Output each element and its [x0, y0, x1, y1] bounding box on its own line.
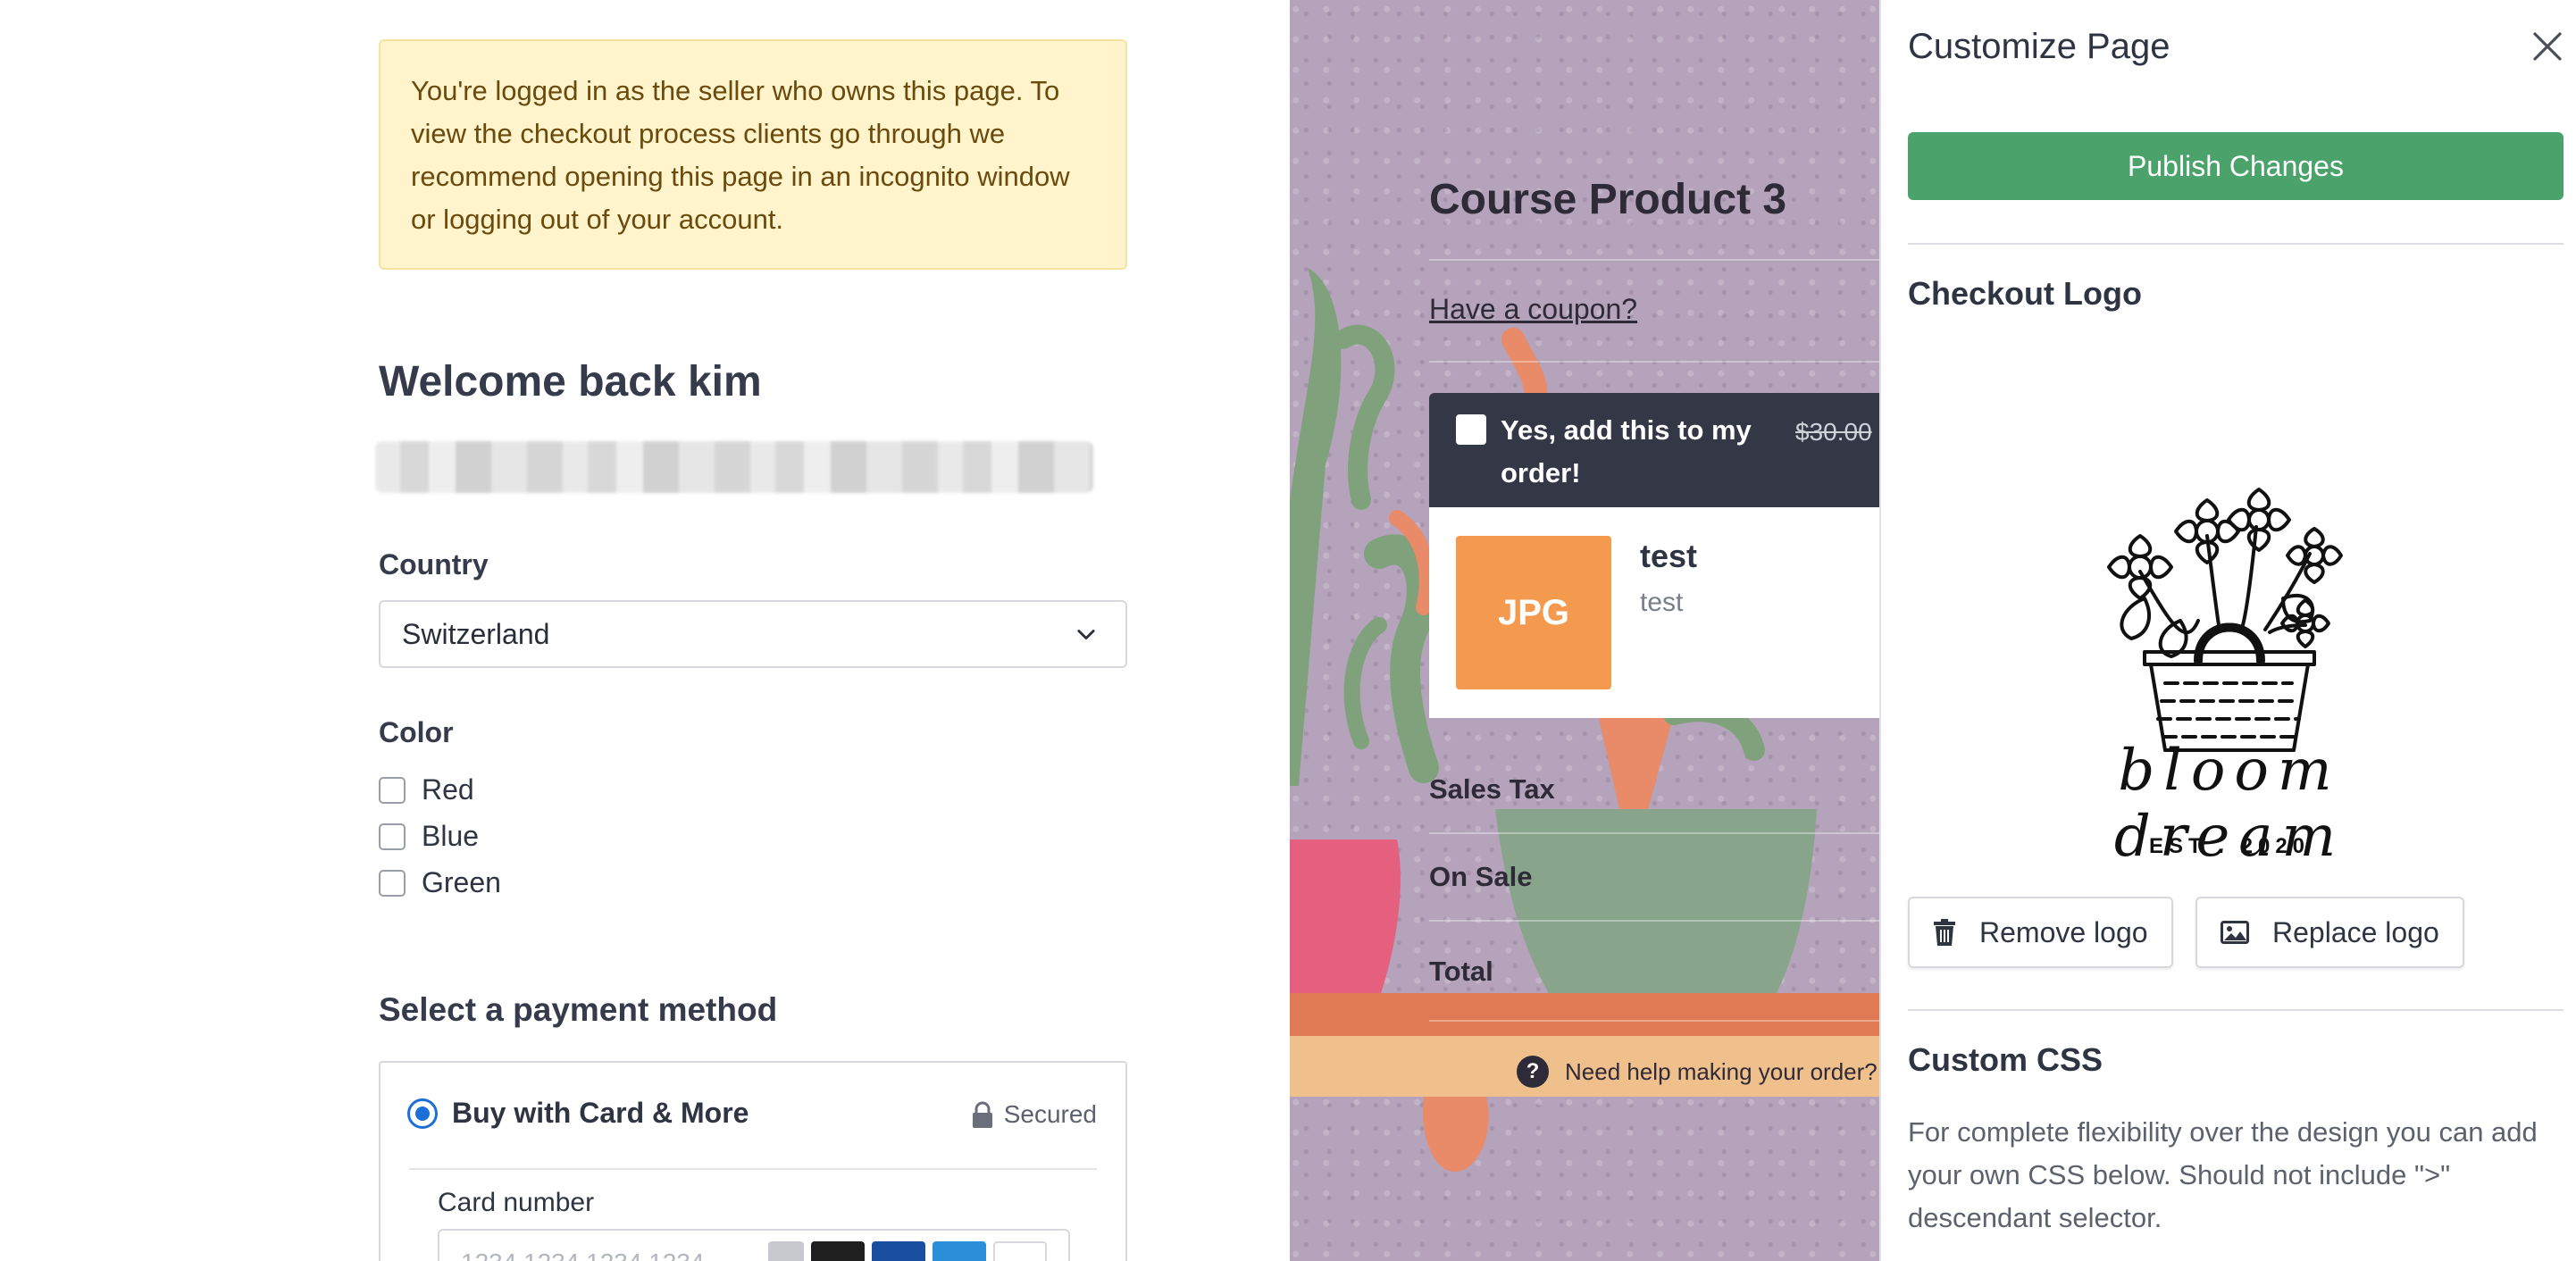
card-payment-label[interactable]: Buy with Card & More [452, 1097, 749, 1130]
color-option-label: Red [422, 773, 474, 806]
upsell-checkbox-label[interactable]: Yes, add this to my order! [1501, 409, 1769, 495]
summary-divider [1429, 832, 1879, 834]
generic-card-icon [768, 1241, 804, 1261]
trash-icon [1934, 919, 1955, 946]
upsell-item: JPG test test [1429, 507, 1879, 718]
card-number-label: Card number [438, 1188, 595, 1217]
upsell-original-price: $30.00 [1795, 418, 1872, 446]
seller-notice: You're logged in as the seller who owns … [379, 39, 1127, 270]
amex-icon [933, 1241, 986, 1261]
upsell-item-name: test [1640, 538, 1698, 574]
more-cards-icon [993, 1241, 1047, 1261]
custom-css-description: For complete flexibility over the design… [1908, 1116, 2538, 1233]
upsell-header: Yes, add this to my order! $30.00 [1429, 393, 1879, 507]
color-option-blue[interactable]: Blue [379, 820, 479, 853]
color-blue-checkbox[interactable] [379, 823, 406, 850]
upsell-thumbnail: JPG [1456, 536, 1611, 689]
replace-logo-button[interactable]: Replace logo [2195, 897, 2464, 968]
visa-icon [872, 1241, 925, 1261]
secured-label: Secured [1003, 1100, 1097, 1128]
checkout-form-column: You're logged in as the seller who owns … [0, 0, 1290, 1261]
checkout-logo-title: Checkout Logo [1908, 275, 2142, 312]
question-icon: ? [1517, 1056, 1549, 1088]
help-text: Need help making your order? g [1565, 1057, 1879, 1085]
summary-divider [1429, 1020, 1879, 1022]
panel-divider [1908, 1009, 2563, 1011]
color-option-red[interactable]: Red [379, 773, 474, 806]
payment-divider [409, 1168, 1097, 1170]
remove-logo-label: Remove logo [1979, 915, 2148, 948]
upsell-item-description: test [1640, 588, 1684, 617]
panel-divider [1908, 243, 2563, 245]
customize-panel: Customize Page Publish Changes Checkout … [1879, 0, 2576, 1261]
publish-changes-button[interactable]: Publish Changes [1908, 132, 2563, 200]
summary-divider [1429, 920, 1879, 922]
color-green-checkbox[interactable] [379, 869, 406, 897]
summary-divider [1429, 259, 1879, 261]
custom-css-title: Custom CSS [1908, 1041, 2103, 1078]
help-link[interactable]: ? Need help making your order? g [1517, 1056, 1879, 1088]
country-select[interactable]: Switzerland [379, 600, 1127, 668]
flower-basket-logo [2107, 488, 2343, 752]
mastercard-icon [811, 1241, 865, 1261]
checkout-logo-image: bloom dream EST . 2020 [1997, 473, 2462, 870]
welcome-heading: Welcome back kim [379, 358, 762, 405]
country-label: Country [379, 548, 489, 580]
order-summary-column: Course Product 3 Have a coupon? Yes, add… [1290, 0, 1879, 1261]
card-number-placeholder: 1234 1234 1234 1234 [461, 1248, 705, 1261]
card-brand-icons [768, 1241, 1047, 1261]
panel-title: Customize Page [1908, 27, 2170, 66]
color-red-checkbox[interactable] [379, 776, 406, 804]
payment-method-card: Buy with Card & More Secured Card number… [379, 1061, 1127, 1261]
remove-logo-button[interactable]: Remove logo [1908, 897, 2173, 968]
coupon-link[interactable]: Have a coupon? [1429, 293, 1637, 326]
color-option-label: Blue [422, 820, 480, 852]
summary-divider [1429, 361, 1879, 363]
payment-method-title: Select a payment method [379, 991, 778, 1028]
card-number-input[interactable]: 1234 1234 1234 1234 [438, 1229, 1070, 1261]
chevron-down-icon [1077, 630, 1095, 640]
upsell-checkbox[interactable] [1456, 414, 1486, 445]
color-option-green[interactable]: Green [379, 866, 501, 899]
card-payment-radio[interactable] [407, 1098, 438, 1129]
secured-badge: Secured [972, 1100, 1097, 1129]
product-title: Course Product 3 [1429, 176, 1787, 223]
color-label: Color [379, 716, 454, 748]
logo-tagline: EST . 2020 [2148, 834, 2311, 858]
close-icon[interactable] [2530, 29, 2565, 64]
lock-icon [972, 1101, 992, 1128]
image-icon [2221, 921, 2249, 944]
replace-logo-label: Replace logo [2272, 915, 2439, 948]
country-value: Switzerland [402, 617, 550, 650]
color-option-label: Green [422, 866, 501, 898]
sales-tax-row: Sales Tax [1429, 773, 1555, 805]
blurred-email [375, 441, 1093, 493]
on-sale-row: On Sale [1429, 861, 1533, 892]
total-row: Total [1429, 956, 1493, 987]
